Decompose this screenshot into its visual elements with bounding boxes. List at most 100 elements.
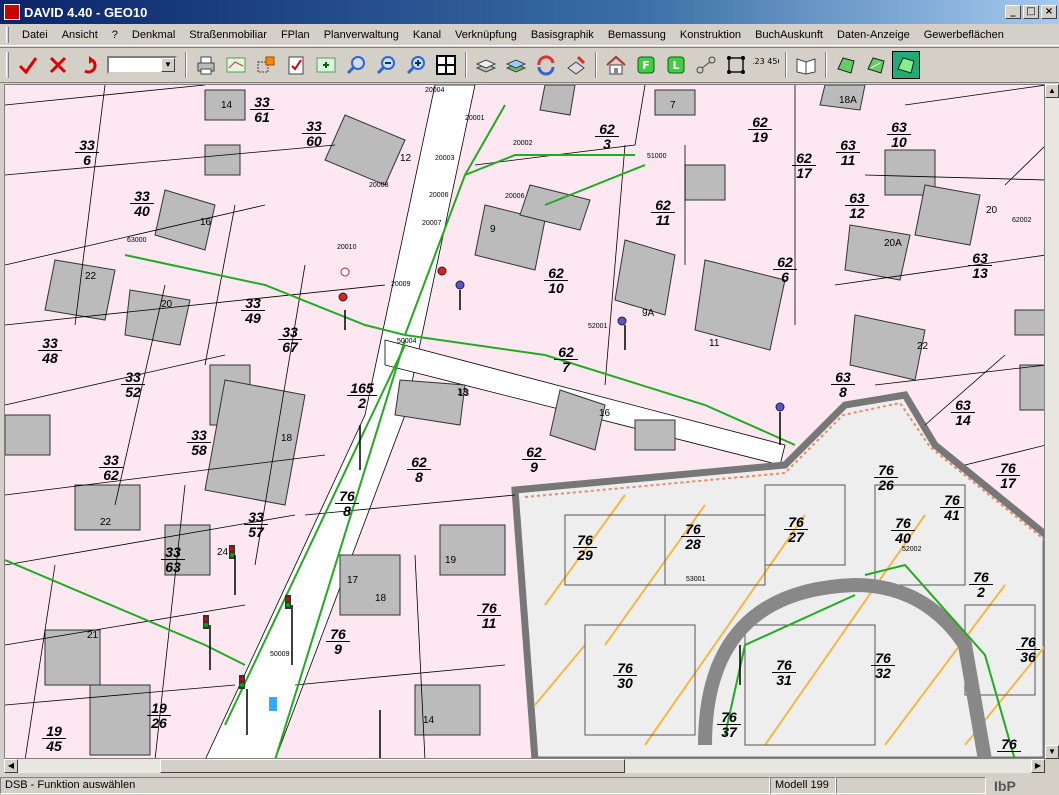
window-title: DAVID 4.40 - GEO10 bbox=[24, 4, 148, 20]
zoom-out-icon[interactable] bbox=[372, 51, 400, 79]
parcel-label: 76 41 bbox=[940, 493, 964, 522]
parcel-label: 62 17 bbox=[792, 151, 816, 180]
parcel-num-b: 10 bbox=[887, 134, 911, 149]
point-annotation: 63000 bbox=[127, 237, 147, 244]
parcel-label: 76 32 bbox=[871, 651, 895, 680]
book-icon[interactable] bbox=[792, 51, 820, 79]
menu-bemassung[interactable]: Bemassung bbox=[601, 29, 673, 41]
scroll-down-button[interactable]: ▼ bbox=[1045, 745, 1059, 759]
close-button[interactable]: × bbox=[1041, 5, 1057, 19]
print-icon[interactable] bbox=[192, 51, 220, 79]
layers-icon[interactable] bbox=[472, 51, 500, 79]
parcel-label: 62 6 bbox=[773, 255, 797, 284]
status-panel-empty bbox=[836, 777, 986, 794]
scale-combo[interactable]: ▼ bbox=[107, 56, 177, 74]
minimize-button[interactable]: _ bbox=[1005, 5, 1021, 19]
parcel-num-b: 6 bbox=[75, 152, 99, 167]
undo-icon[interactable] bbox=[74, 51, 102, 79]
parcel-num-b: 2 bbox=[347, 395, 377, 410]
parcel-num-a: 33 bbox=[165, 544, 181, 560]
parcel-label: 33 58 bbox=[187, 428, 211, 457]
menu-fplan[interactable]: FPlan bbox=[274, 29, 317, 41]
f-icon-label: F bbox=[642, 59, 650, 72]
scroll-left-button[interactable]: ◀ bbox=[4, 759, 18, 773]
menu-gewerbeflaechen[interactable]: Gewerbeflächen bbox=[917, 29, 1011, 41]
parcel-label: 76 11 bbox=[477, 601, 501, 630]
app-icon[interactable] bbox=[4, 4, 20, 20]
map-canvas[interactable]: 33 61 33 60 33 6 33 40 33 49 33 67 33 48 33 52 3… bbox=[4, 84, 1045, 759]
chevron-down-icon[interactable]: ▼ bbox=[161, 58, 175, 72]
refresh-icon[interactable] bbox=[532, 51, 560, 79]
house-number: 22 bbox=[917, 341, 929, 352]
coords-icon[interactable]: 123 456 bbox=[752, 51, 780, 79]
menu-daten-anzeige[interactable]: Daten-Anzeige bbox=[830, 29, 917, 41]
parcel-label: 76 17 bbox=[996, 461, 1020, 490]
parcel-num-b: 26 bbox=[147, 715, 171, 730]
edit-icon[interactable] bbox=[282, 51, 310, 79]
parcel-num-a: 33 bbox=[79, 137, 95, 153]
parcel-label: 76 8 bbox=[335, 489, 359, 518]
menu-buchauskunft[interactable]: BuchAuskunft bbox=[748, 29, 830, 41]
grid-icon[interactable] bbox=[432, 51, 460, 79]
parcel-num-b: 26 bbox=[874, 477, 898, 492]
house-number: 24 bbox=[217, 547, 229, 558]
horizontal-scrollbar[interactable]: ◀ ▶ bbox=[4, 759, 1045, 773]
f-icon[interactable]: F bbox=[632, 51, 660, 79]
ibp-logo: IbP bbox=[994, 777, 1016, 794]
cancel-icon[interactable] bbox=[44, 51, 72, 79]
map3-icon[interactable] bbox=[892, 51, 920, 79]
toolbar-separator bbox=[185, 52, 187, 78]
menu-denkmal[interactable]: Denkmal bbox=[125, 29, 182, 41]
menu-planverwaltung[interactable]: Planverwaltung bbox=[317, 29, 406, 41]
toolbar-separator bbox=[595, 52, 597, 78]
check-icon[interactable] bbox=[14, 51, 42, 79]
menu-strassenmobiliar[interactable]: Straßenmobiliar bbox=[182, 29, 274, 41]
layers2-icon[interactable] bbox=[502, 51, 530, 79]
vertical-scrollbar[interactable]: ▲ ▼ bbox=[1045, 84, 1059, 759]
scroll-up-button[interactable]: ▲ bbox=[1045, 84, 1059, 98]
select-icon[interactable] bbox=[252, 51, 280, 79]
parcel-label: 33 60 bbox=[302, 119, 326, 148]
menu-basisgraphik[interactable]: Basisgraphik bbox=[524, 29, 601, 41]
parcel-num-b: 2 bbox=[969, 584, 993, 599]
maximize-button[interactable]: □ bbox=[1023, 5, 1039, 19]
parcel-num-b: 3 bbox=[595, 136, 619, 151]
parcel-num-a: 76 bbox=[330, 626, 346, 642]
menu-datei[interactable]: Datei bbox=[15, 29, 55, 41]
scroll-right-button[interactable]: ▶ bbox=[1031, 759, 1045, 773]
parcel-num-b: 11 bbox=[477, 615, 501, 630]
parcel-num-a: 76 bbox=[339, 488, 355, 504]
point-annotation: 20006 bbox=[429, 192, 449, 199]
map1-icon[interactable] bbox=[832, 51, 860, 79]
point-annotation: 50009 bbox=[270, 651, 290, 658]
square-icon[interactable] bbox=[722, 51, 750, 79]
horizontal-scroll-thumb[interactable] bbox=[160, 759, 625, 773]
parcel-num-a: 76 bbox=[1001, 736, 1017, 752]
menu-verknuepfung[interactable]: Verknüpfung bbox=[448, 29, 524, 41]
zoom-icon[interactable] bbox=[342, 51, 370, 79]
house-number: 7 bbox=[670, 100, 676, 111]
house-number: 9 bbox=[490, 224, 496, 235]
house-number: 14 bbox=[423, 715, 435, 726]
map-icon[interactable] bbox=[222, 51, 250, 79]
node-icon[interactable] bbox=[692, 51, 720, 79]
zoom-in-icon[interactable] bbox=[402, 51, 430, 79]
zoom-window-icon[interactable] bbox=[312, 51, 340, 79]
parcel-num-a: 19 bbox=[46, 723, 62, 739]
house-number: 19 bbox=[445, 555, 457, 566]
parcel-num-b: 63 bbox=[161, 559, 185, 574]
menu-help[interactable]: ? bbox=[105, 29, 125, 41]
parcel-label: 33 63 bbox=[161, 545, 185, 574]
parcel-label: 19 45 bbox=[42, 724, 66, 753]
menu-ansicht[interactable]: Ansicht bbox=[55, 29, 105, 41]
paint-icon[interactable] bbox=[562, 51, 590, 79]
parcel-num-b: 30 bbox=[613, 675, 637, 690]
house-number: 16 bbox=[599, 408, 611, 419]
menu-kanal[interactable]: Kanal bbox=[406, 29, 448, 41]
l-icon[interactable]: L bbox=[662, 51, 690, 79]
home-icon[interactable] bbox=[602, 51, 630, 79]
menu-konstruktion[interactable]: Konstruktion bbox=[673, 29, 748, 41]
parcel-num-a: 76 bbox=[944, 492, 960, 508]
parcel-num-a: 63 bbox=[840, 137, 856, 153]
map2-icon[interactable] bbox=[862, 51, 890, 79]
